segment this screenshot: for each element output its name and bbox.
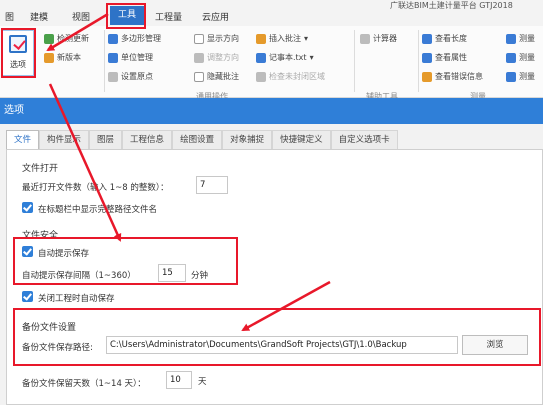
tab-drawing-settings[interactable]: 绘图设置 xyxy=(172,130,223,150)
calculator-label: 计算器 xyxy=(373,34,397,43)
annotation-icon xyxy=(256,33,266,44)
check-update-button[interactable]: 检测更新 xyxy=(44,33,89,44)
backup-days-input[interactable]: 10 xyxy=(166,371,192,389)
measure-label-3: 测量 xyxy=(519,72,535,81)
measure-icon xyxy=(506,33,516,44)
length-icon xyxy=(422,33,432,44)
error-info-icon xyxy=(422,71,432,82)
ribbon-separator xyxy=(354,30,355,92)
show-full-path-label: 在标题栏中显示完整路径文件名 xyxy=(38,205,158,215)
unit-manage-button[interactable]: 单位管理 xyxy=(108,52,153,63)
ribbon-separator xyxy=(418,30,419,92)
backup-highlight-box xyxy=(13,308,541,366)
adjust-direction-icon xyxy=(194,52,204,63)
tab-object-snap[interactable]: 对象捕捉 xyxy=(222,130,273,150)
show-direction-label: 显示方向 xyxy=(207,34,239,43)
unit-manage-label: 单位管理 xyxy=(121,53,153,62)
options-highlight-box xyxy=(1,28,36,78)
menu-tab-cloud[interactable]: 云应用 xyxy=(202,10,229,23)
show-direction-toggle[interactable]: 显示方向 xyxy=(194,33,239,44)
ribbon-separator xyxy=(104,30,105,92)
check-unclosed-label: 检查未封闭区域 xyxy=(269,72,325,81)
tab-custom-tabs[interactable]: 自定义选项卡 xyxy=(330,130,398,150)
dialog-title-bar: 选项 xyxy=(0,98,543,124)
chevron-down-icon: ▾ xyxy=(309,53,314,62)
tab-component-display[interactable]: 构件显示 xyxy=(39,130,90,150)
auto-save-on-close-label: 关闭工程时自动保存 xyxy=(38,294,115,304)
hide-annotation-checkbox[interactable] xyxy=(194,71,204,82)
view-error-button[interactable]: 查看错误信息 xyxy=(422,71,483,82)
polygon-icon xyxy=(108,33,118,44)
recent-files-input[interactable]: 7 xyxy=(196,176,228,194)
tab-shortcut-keys[interactable]: 快捷键定义 xyxy=(272,130,331,150)
file-open-section-label: 文件打开 xyxy=(22,164,59,174)
menu-tab-quantity[interactable]: 工程量 xyxy=(155,10,182,23)
backup-days-unit: 天 xyxy=(198,377,207,387)
hide-annotation-toggle[interactable]: 隐藏批注 xyxy=(194,71,239,82)
set-origin-label: 设置原点 xyxy=(121,72,153,81)
view-length-button[interactable]: 查看长度 xyxy=(422,33,467,44)
menu-tab-0[interactable]: 图 xyxy=(5,10,14,23)
auto-save-highlight-box xyxy=(13,237,238,285)
new-version-label: 新版本 xyxy=(57,53,81,62)
window-title: 广联达BIM土建计量平台 GTJ2018 xyxy=(390,1,513,10)
dialog-tab-strip: 文件 构件显示 图层 工程信息 绘图设置 对象捕捉 快捷键定义 自定义选项卡 xyxy=(6,130,398,150)
check-update-label: 检测更新 xyxy=(57,34,89,43)
polygon-manage-button[interactable]: 多边形管理 xyxy=(108,33,161,44)
unit-icon xyxy=(108,52,118,63)
region-icon xyxy=(256,71,266,82)
set-origin-button[interactable]: 设置原点 xyxy=(108,71,153,82)
polygon-manage-label: 多边形管理 xyxy=(121,34,161,43)
adjust-direction-label: 调整方向 xyxy=(207,53,239,62)
tab-layers[interactable]: 图层 xyxy=(89,130,123,150)
chevron-down-icon: ▾ xyxy=(304,34,309,43)
origin-icon xyxy=(108,71,118,82)
check-unclosed-button[interactable]: 检查未封闭区域 xyxy=(256,71,325,82)
view-attributes-button[interactable]: 查看属性 xyxy=(422,52,467,63)
adjust-direction-button[interactable]: 调整方向 xyxy=(194,52,239,63)
new-version-button[interactable]: 新版本 xyxy=(44,52,81,63)
tools-tab-highlight-box xyxy=(106,3,146,29)
measure-button-3[interactable]: 测量 xyxy=(506,71,535,82)
measure-label-2: 测量 xyxy=(519,53,535,62)
view-error-label: 查看错误信息 xyxy=(435,72,483,81)
auto-save-on-close-checkbox[interactable] xyxy=(22,291,33,302)
measure-icon xyxy=(506,52,516,63)
tab-file[interactable]: 文件 xyxy=(6,130,40,150)
calculator-icon xyxy=(360,33,370,44)
measure-button-2[interactable]: 测量 xyxy=(506,52,535,63)
notepad-icon xyxy=(256,52,266,63)
attributes-icon xyxy=(422,52,432,63)
calculator-button[interactable]: 计算器 xyxy=(360,33,397,44)
tab-project-info[interactable]: 工程信息 xyxy=(122,130,173,150)
insert-annotation-button[interactable]: 插入批注 ▾ xyxy=(256,33,308,44)
menu-tab-modeling[interactable]: 建模 xyxy=(30,10,48,23)
new-version-icon xyxy=(44,52,54,63)
view-attributes-label: 查看属性 xyxy=(435,53,467,62)
notepad-label: 记事本.txt xyxy=(269,53,307,62)
measure-button-1[interactable]: 测量 xyxy=(506,33,535,44)
view-length-label: 查看长度 xyxy=(435,34,467,43)
notepad-button[interactable]: 记事本.txt ▾ xyxy=(256,52,314,63)
measure-label-1: 测量 xyxy=(519,34,535,43)
menu-tab-view[interactable]: 视图 xyxy=(72,10,90,23)
show-direction-checkbox[interactable] xyxy=(194,33,204,44)
measure-icon xyxy=(506,71,516,82)
hide-annotation-label: 隐藏批注 xyxy=(207,72,239,81)
recent-files-label: 最近打开文件数（输入 1~8 的整数）： xyxy=(22,183,169,193)
insert-annotation-label: 插入批注 xyxy=(269,34,301,43)
update-icon xyxy=(44,33,54,44)
dialog-title: 选项 xyxy=(4,105,24,116)
backup-days-label: 备份文件保留天数（1~14 天）： xyxy=(22,379,146,389)
show-full-path-checkbox[interactable] xyxy=(22,202,33,213)
